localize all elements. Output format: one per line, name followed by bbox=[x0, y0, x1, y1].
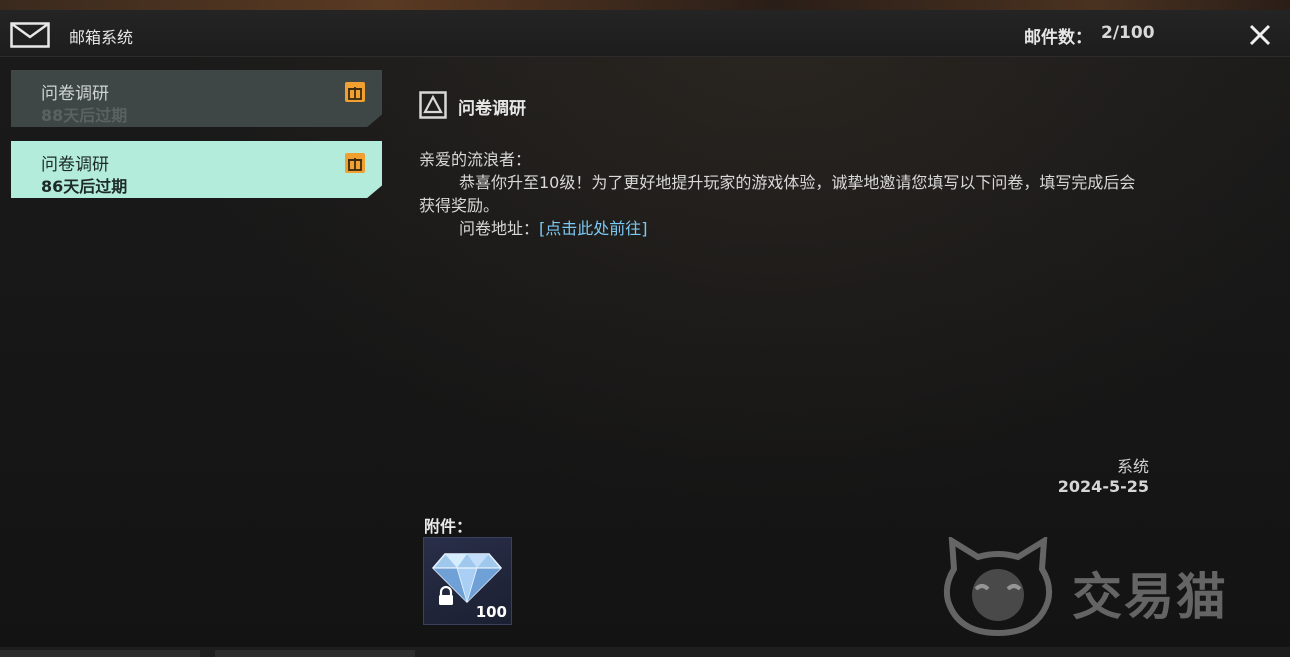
top-decor-strip bbox=[0, 0, 1290, 10]
mail-detail: 问卷调研 亲爱的流浪者： 恭喜你升至10级！为了更好地提升玩家的游戏体验，诚挚地… bbox=[405, 57, 1290, 647]
bottom-tab-left bbox=[0, 650, 200, 657]
gift-icon bbox=[345, 82, 365, 102]
mail-count-value: 2/100 bbox=[1101, 23, 1155, 43]
gift-icon bbox=[345, 153, 365, 173]
attachment-label: 附件： bbox=[424, 517, 473, 536]
mail-icon bbox=[10, 22, 50, 48]
mail-subject-icon bbox=[419, 91, 447, 119]
mail-item-title: 问卷调研 bbox=[41, 84, 109, 104]
attachment-item[interactable]: 100 bbox=[423, 537, 512, 625]
attachment-quantity: 100 bbox=[475, 603, 507, 621]
survey-link-label: 问卷地址： bbox=[459, 219, 540, 238]
page-title: 邮箱系统 bbox=[69, 28, 134, 47]
mail-date: 2024-5-25 bbox=[1057, 477, 1149, 496]
header-bar: 邮箱系统 邮件数： 2/100 bbox=[0, 10, 1290, 57]
mail-item-expiry: 86天后过期 bbox=[41, 177, 128, 196]
survey-link[interactable]: [点击此处前往] bbox=[539, 219, 648, 238]
bottom-tab-right bbox=[215, 650, 415, 657]
mail-greeting: 亲爱的流浪者： bbox=[419, 150, 532, 169]
mail-body: 亲爱的流浪者： 恭喜你升至10级！为了更好地提升玩家的游戏体验，诚挚地邀请您填写… bbox=[419, 148, 1279, 240]
survey-link-row: 问卷地址：[点击此处前往] bbox=[419, 217, 1279, 240]
mail-list: 问卷调研 88天后过期 问卷调研 86天后过期 bbox=[0, 57, 396, 647]
mail-item-title: 问卷调研 bbox=[41, 155, 109, 175]
mail-list-item-selected[interactable]: 问卷调研 86天后过期 bbox=[11, 141, 382, 198]
lock-icon bbox=[439, 586, 453, 605]
mail-subject: 问卷调研 bbox=[458, 99, 526, 119]
close-button[interactable] bbox=[1246, 21, 1274, 49]
mail-count-label: 邮件数： bbox=[1024, 28, 1092, 48]
mail-list-item[interactable]: 问卷调研 88天后过期 bbox=[11, 70, 382, 127]
mail-sender: 系统 bbox=[1116, 457, 1149, 476]
mail-body-line: 恭喜你升至10级！为了更好地提升玩家的游戏体验，诚挚地邀请您填写以下问卷，填写完… bbox=[459, 173, 1136, 192]
mail-item-expiry: 88天后过期 bbox=[41, 106, 128, 125]
mail-body-line: 获得奖励。 bbox=[419, 196, 500, 215]
